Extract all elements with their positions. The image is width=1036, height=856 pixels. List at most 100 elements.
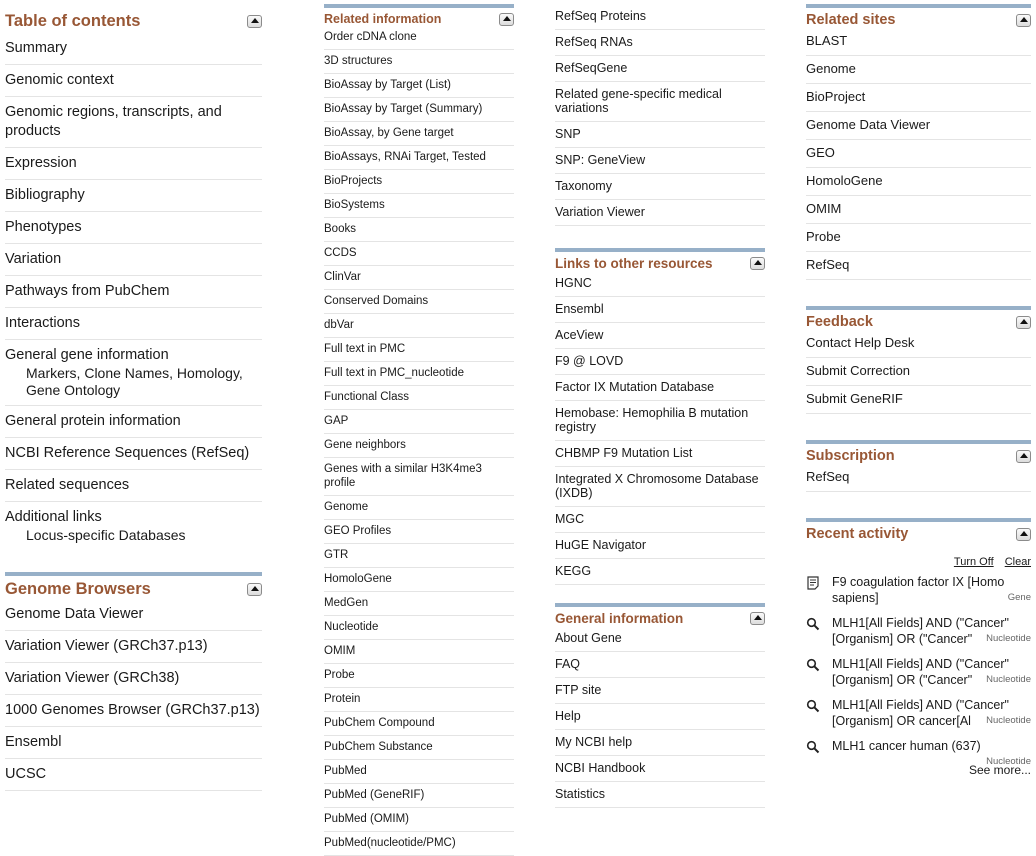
external-resource-link[interactable]: Hemobase: Hemophilia B mutation registry xyxy=(555,406,765,434)
related-information-link[interactable]: RefSeq Proteins xyxy=(555,9,765,23)
toc-sublink[interactable]: Markers, Clone Names, Homology, Gene Ont… xyxy=(5,365,262,399)
general-information-link[interactable]: FAQ xyxy=(555,657,765,671)
external-resource-link[interactable]: CHBMP F9 Mutation List xyxy=(555,446,765,460)
toc-link[interactable]: Genomic context xyxy=(5,71,262,90)
related-information-link[interactable]: BioProjects xyxy=(324,174,514,188)
general-information-link[interactable]: FTP site xyxy=(555,683,765,697)
related-site-link[interactable]: HomoloGene xyxy=(806,173,1031,189)
related-information-link[interactable]: PubMed (OMIM) xyxy=(324,812,514,826)
related-information-link[interactable]: RefSeq RNAs xyxy=(555,35,765,49)
related-information-link[interactable]: dbVar xyxy=(324,318,514,332)
collapse-toggle-icon[interactable] xyxy=(750,257,765,270)
related-site-link[interactable]: GEO xyxy=(806,145,1031,161)
recent-activity-link[interactable]: F9 coagulation factor IX [Homo sapiens] xyxy=(832,574,1012,606)
toc-link[interactable]: Bibliography xyxy=(5,186,262,205)
genome-browser-link[interactable]: Genome Data Viewer xyxy=(5,605,262,624)
toc-link[interactable]: Additional links xyxy=(5,508,262,527)
toc-link[interactable]: Pathways from PubChem xyxy=(5,282,262,301)
feedback-link[interactable]: Submit GeneRIF xyxy=(806,391,1031,407)
related-information-link[interactable]: BioAssay by Target (List) xyxy=(324,78,514,92)
related-information-link[interactable]: GTR xyxy=(324,548,514,562)
related-site-link[interactable]: BioProject xyxy=(806,89,1031,105)
related-site-link[interactable]: BLAST xyxy=(806,33,1031,49)
related-site-link[interactable]: Genome Data Viewer xyxy=(806,117,1031,133)
turn-off-link[interactable]: Turn Off xyxy=(954,556,994,568)
related-information-link[interactable]: BioAssays, RNAi Target, Tested xyxy=(324,150,514,164)
genome-browser-link[interactable]: Ensembl xyxy=(5,733,262,752)
toc-link[interactable]: General gene information xyxy=(5,346,262,365)
recent-activity-link[interactable]: MLH1[All Fields] AND ("Cancer" [Organism… xyxy=(832,615,1012,647)
related-site-link[interactable]: OMIM xyxy=(806,201,1031,217)
related-information-link[interactable]: 3D structures xyxy=(324,54,514,68)
genome-browser-link[interactable]: Variation Viewer (GRCh38) xyxy=(5,669,262,688)
collapse-toggle-icon[interactable] xyxy=(247,583,262,596)
related-information-link[interactable]: Conserved Domains xyxy=(324,294,514,308)
toc-link[interactable]: Phenotypes xyxy=(5,218,262,237)
external-resource-link[interactable]: KEGG xyxy=(555,564,765,578)
subscription-link[interactable]: RefSeq xyxy=(806,469,1031,485)
related-information-link[interactable]: SNP xyxy=(555,127,765,141)
related-information-link[interactable]: Full text in PMC_nucleotide xyxy=(324,366,514,380)
related-information-link[interactable]: PubMed (GeneRIF) xyxy=(324,788,514,802)
related-information-link[interactable]: Functional Class xyxy=(324,390,514,404)
feedback-link[interactable]: Contact Help Desk xyxy=(806,335,1031,351)
collapse-toggle-icon[interactable] xyxy=(1016,13,1031,27)
related-information-link[interactable]: PubMed(nucleotide/PMC) xyxy=(324,836,514,850)
toc-link[interactable]: Interactions xyxy=(5,314,262,333)
related-site-link[interactable]: RefSeq xyxy=(806,257,1031,273)
related-information-link[interactable]: RefSeqGene xyxy=(555,61,765,75)
related-information-link[interactable]: GEO Profiles xyxy=(324,524,514,538)
external-resource-link[interactable]: HGNC xyxy=(555,276,765,290)
toc-link[interactable]: Related sequences xyxy=(5,476,262,495)
clear-link[interactable]: Clear xyxy=(1005,556,1031,568)
recent-activity-link[interactable]: MLH1[All Fields] AND ("Cancer" [Organism… xyxy=(832,697,1012,729)
toc-link[interactable]: General protein information xyxy=(5,412,262,431)
external-resource-link[interactable]: F9 @ LOVD xyxy=(555,354,765,368)
related-information-link[interactable]: GAP xyxy=(324,414,514,428)
collapse-toggle-icon[interactable] xyxy=(750,612,765,625)
related-information-link[interactable]: MedGen xyxy=(324,596,514,610)
related-information-link[interactable]: HomoloGene xyxy=(324,572,514,586)
collapse-toggle-icon[interactable] xyxy=(247,15,262,28)
related-information-link[interactable]: ClinVar xyxy=(324,270,514,284)
collapse-toggle-icon[interactable] xyxy=(499,12,514,26)
genome-browser-link[interactable]: 1000 Genomes Browser (GRCh37.p13) xyxy=(5,701,262,720)
toc-link[interactable]: Variation xyxy=(5,250,262,269)
toc-link[interactable]: Genomic regions, transcripts, and produc… xyxy=(5,103,262,141)
related-information-link[interactable]: Gene neighbors xyxy=(324,438,514,452)
toc-link[interactable]: NCBI Reference Sequences (RefSeq) xyxy=(5,444,262,463)
external-resource-link[interactable]: HuGE Navigator xyxy=(555,538,765,552)
related-site-link[interactable]: Genome xyxy=(806,61,1031,77)
related-information-link[interactable]: CCDS xyxy=(324,246,514,260)
toc-link[interactable]: Expression xyxy=(5,154,262,173)
external-resource-link[interactable]: Integrated X Chromosome Database (IXDB) xyxy=(555,472,765,500)
related-information-link[interactable]: Genes with a similar H3K4me3 profile xyxy=(324,462,514,490)
related-information-link[interactable]: Probe xyxy=(324,668,514,682)
related-information-link[interactable]: Taxonomy xyxy=(555,179,765,193)
collapse-toggle-icon[interactable] xyxy=(1016,449,1031,463)
collapse-toggle-icon[interactable] xyxy=(1016,315,1031,329)
related-information-link[interactable]: Genome xyxy=(324,500,514,514)
collapse-toggle-icon[interactable] xyxy=(1016,527,1031,541)
related-information-link[interactable]: BioSystems xyxy=(324,198,514,212)
related-information-link[interactable]: Order cDNA clone xyxy=(324,30,514,44)
related-information-link[interactable]: Protein xyxy=(324,692,514,706)
toc-link[interactable]: Summary xyxy=(5,39,262,58)
related-information-link[interactable]: SNP: GeneView xyxy=(555,153,765,167)
genome-browser-link[interactable]: Variation Viewer (GRCh37.p13) xyxy=(5,637,262,656)
external-resource-link[interactable]: Ensembl xyxy=(555,302,765,316)
related-information-link[interactable]: BioAssay by Target (Summary) xyxy=(324,102,514,116)
recent-activity-link[interactable]: MLH1 cancer human (637) xyxy=(832,738,1012,754)
related-information-link[interactable]: Variation Viewer xyxy=(555,205,765,219)
toc-sublink[interactable]: Locus-specific Databases xyxy=(5,527,262,544)
external-resource-link[interactable]: Factor IX Mutation Database xyxy=(555,380,765,394)
general-information-link[interactable]: About Gene xyxy=(555,631,765,645)
recent-activity-link[interactable]: MLH1[All Fields] AND ("Cancer" [Organism… xyxy=(832,656,1012,688)
general-information-link[interactable]: Statistics xyxy=(555,787,765,801)
general-information-link[interactable]: NCBI Handbook xyxy=(555,761,765,775)
genome-browser-link[interactable]: UCSC xyxy=(5,765,262,784)
related-information-link[interactable]: Full text in PMC xyxy=(324,342,514,356)
related-information-link[interactable]: OMIM xyxy=(324,644,514,658)
related-information-link[interactable]: PubChem Substance xyxy=(324,740,514,754)
general-information-link[interactable]: Help xyxy=(555,709,765,723)
